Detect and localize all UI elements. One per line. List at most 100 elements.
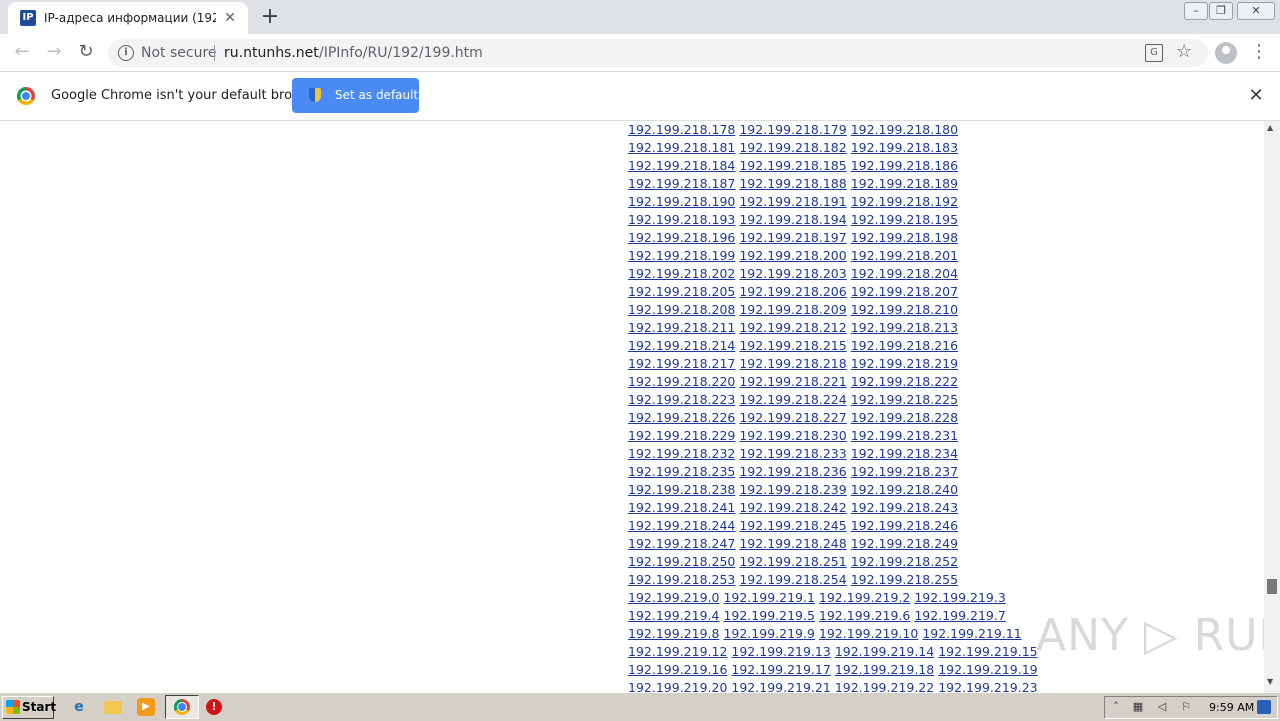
translate-icon[interactable]: G bbox=[1145, 44, 1163, 62]
bookmark-star-icon[interactable]: ☆ bbox=[1176, 41, 1192, 62]
ip-link[interactable]: 192.199.218.202 bbox=[628, 266, 735, 281]
scroll-down-icon[interactable]: ▼ bbox=[1267, 677, 1273, 686]
ip-link[interactable]: 192.199.218.234 bbox=[851, 446, 958, 461]
menu-icon[interactable]: ⋮ bbox=[1250, 40, 1268, 64]
ip-link[interactable]: 192.199.219.10 bbox=[819, 626, 918, 641]
ip-link[interactable]: 192.199.218.223 bbox=[628, 392, 735, 407]
ip-link[interactable]: 192.199.218.190 bbox=[628, 194, 735, 209]
ip-link[interactable]: 192.199.218.235 bbox=[628, 464, 735, 479]
url-path[interactable]: /IPInfo/RU/192/199.htm bbox=[319, 45, 483, 61]
ip-link[interactable]: 192.199.218.205 bbox=[628, 284, 735, 299]
reload-button[interactable]: ↻ bbox=[74, 40, 98, 64]
ip-link[interactable]: 192.199.218.208 bbox=[628, 302, 735, 317]
ip-link[interactable]: 192.199.218.242 bbox=[739, 500, 846, 515]
ip-link[interactable]: 192.199.218.230 bbox=[739, 428, 846, 443]
ip-link[interactable]: 192.199.218.215 bbox=[739, 338, 846, 353]
ip-link[interactable]: 192.199.218.191 bbox=[739, 194, 846, 209]
back-button[interactable]: ← bbox=[10, 40, 34, 64]
minimize-button[interactable]: – bbox=[1184, 2, 1208, 20]
ip-link[interactable]: 192.199.218.246 bbox=[851, 518, 958, 533]
ip-link[interactable]: 192.199.218.189 bbox=[851, 176, 958, 191]
ip-link[interactable]: 192.199.218.192 bbox=[851, 194, 958, 209]
ip-link[interactable]: 192.199.218.214 bbox=[628, 338, 735, 353]
ip-link[interactable]: 192.199.219.7 bbox=[914, 608, 1005, 623]
ip-link[interactable]: 192.199.218.247 bbox=[628, 536, 735, 551]
window-close-button[interactable]: ✕ bbox=[1237, 2, 1275, 20]
ip-link[interactable]: 192.199.218.229 bbox=[628, 428, 735, 443]
forward-button[interactable]: → bbox=[42, 40, 66, 64]
ip-link[interactable]: 192.199.218.224 bbox=[739, 392, 846, 407]
ip-link[interactable]: 192.199.218.254 bbox=[739, 572, 846, 587]
internet-explorer-icon[interactable]: e bbox=[70, 698, 88, 716]
ip-link[interactable]: 192.199.219.6 bbox=[819, 608, 910, 623]
action-center-flag-icon[interactable]: ⚐ bbox=[1179, 700, 1193, 714]
ip-link[interactable]: 192.199.218.243 bbox=[851, 500, 958, 515]
ip-link[interactable]: 192.199.218.216 bbox=[851, 338, 958, 353]
ip-link[interactable]: 192.199.218.226 bbox=[628, 410, 735, 425]
scroll-up-icon[interactable]: ▲ bbox=[1267, 123, 1273, 132]
maximize-button[interactable]: ❐ bbox=[1209, 2, 1233, 20]
ip-link[interactable]: 192.199.218.222 bbox=[851, 374, 958, 389]
ip-link[interactable]: 192.199.219.4 bbox=[628, 608, 719, 623]
ip-link[interactable]: 192.199.218.207 bbox=[851, 284, 958, 299]
ip-link[interactable]: 192.199.218.217 bbox=[628, 356, 735, 371]
ip-link[interactable]: 192.199.219.20 bbox=[628, 680, 727, 692]
set-as-default-button[interactable]: Set as default bbox=[292, 78, 419, 113]
ip-link[interactable]: 192.199.218.201 bbox=[851, 248, 958, 263]
ip-link[interactable]: 192.199.219.14 bbox=[835, 644, 934, 659]
ip-link[interactable]: 192.199.219.23 bbox=[938, 680, 1037, 692]
taskbar-chrome-button[interactable] bbox=[165, 695, 199, 719]
ip-link[interactable]: 192.199.219.3 bbox=[914, 590, 1005, 605]
profile-avatar-icon[interactable] bbox=[1215, 42, 1237, 64]
show-desktop-icon[interactable] bbox=[1257, 700, 1271, 714]
ip-link[interactable]: 192.199.218.187 bbox=[628, 176, 735, 191]
ip-link[interactable]: 192.199.218.237 bbox=[851, 464, 958, 479]
tab-active[interactable]: IP IP-адреса информации (192.199.0 ✕ bbox=[8, 2, 248, 34]
ip-link[interactable]: 192.199.219.21 bbox=[731, 680, 830, 692]
tab-close-icon[interactable]: ✕ bbox=[222, 10, 238, 26]
ip-link[interactable]: 192.199.218.249 bbox=[851, 536, 958, 551]
ip-link[interactable]: 192.199.218.218 bbox=[739, 356, 846, 371]
ip-link[interactable]: 192.199.218.188 bbox=[739, 176, 846, 191]
ip-link[interactable]: 192.199.218.251 bbox=[739, 554, 846, 569]
start-button[interactable]: Start bbox=[2, 696, 56, 719]
ip-link[interactable]: 192.199.219.18 bbox=[835, 662, 934, 677]
infobar-close-icon[interactable]: ✕ bbox=[1246, 86, 1266, 106]
folder-icon[interactable] bbox=[104, 701, 122, 714]
ip-link[interactable]: 192.199.218.228 bbox=[851, 410, 958, 425]
ip-link[interactable]: 192.199.218.238 bbox=[628, 482, 735, 497]
ip-link[interactable]: 192.199.218.197 bbox=[739, 230, 846, 245]
ip-link[interactable]: 192.199.218.182 bbox=[739, 140, 846, 155]
info-icon[interactable]: i bbox=[118, 45, 134, 61]
ip-link[interactable]: 192.199.218.181 bbox=[628, 140, 735, 155]
ip-link[interactable]: 192.199.218.184 bbox=[628, 158, 735, 173]
ip-link[interactable]: 192.199.218.255 bbox=[851, 572, 958, 587]
ip-link[interactable]: 192.199.219.0 bbox=[628, 590, 719, 605]
ip-link[interactable]: 192.199.219.2 bbox=[819, 590, 910, 605]
ip-link[interactable]: 192.199.219.11 bbox=[922, 626, 1021, 641]
ip-link[interactable]: 192.199.219.1 bbox=[723, 590, 814, 605]
ip-link[interactable]: 192.199.218.252 bbox=[851, 554, 958, 569]
ip-link[interactable]: 192.199.218.241 bbox=[628, 500, 735, 515]
ip-link[interactable]: 192.199.218.244 bbox=[628, 518, 735, 533]
ip-link[interactable]: 192.199.218.203 bbox=[739, 266, 846, 281]
scroll-thumb[interactable] bbox=[1267, 579, 1277, 594]
ip-link[interactable]: 192.199.218.200 bbox=[739, 248, 846, 263]
ip-link[interactable]: 192.199.218.236 bbox=[739, 464, 846, 479]
ip-link[interactable]: 192.199.218.179 bbox=[739, 122, 846, 137]
ip-link[interactable]: 192.199.218.227 bbox=[739, 410, 846, 425]
ip-link[interactable]: 192.199.219.15 bbox=[938, 644, 1037, 659]
ip-link[interactable]: 192.199.218.196 bbox=[628, 230, 735, 245]
ip-link[interactable]: 192.199.219.13 bbox=[731, 644, 830, 659]
ip-link[interactable]: 192.199.218.225 bbox=[851, 392, 958, 407]
ip-link[interactable]: 192.199.218.253 bbox=[628, 572, 735, 587]
ip-link[interactable]: 192.199.218.248 bbox=[739, 536, 846, 551]
ip-link[interactable]: 192.199.219.22 bbox=[835, 680, 934, 692]
url-host[interactable]: ru.ntunhs.net bbox=[224, 45, 319, 61]
ip-link[interactable]: 192.199.218.199 bbox=[628, 248, 735, 263]
ip-link[interactable]: 192.199.218.206 bbox=[739, 284, 846, 299]
security-status[interactable]: Not secure bbox=[141, 45, 217, 61]
ip-link[interactable]: 192.199.218.211 bbox=[628, 320, 735, 335]
ip-link[interactable]: 192.199.218.240 bbox=[851, 482, 958, 497]
stop-icon[interactable]: ! bbox=[206, 699, 222, 715]
